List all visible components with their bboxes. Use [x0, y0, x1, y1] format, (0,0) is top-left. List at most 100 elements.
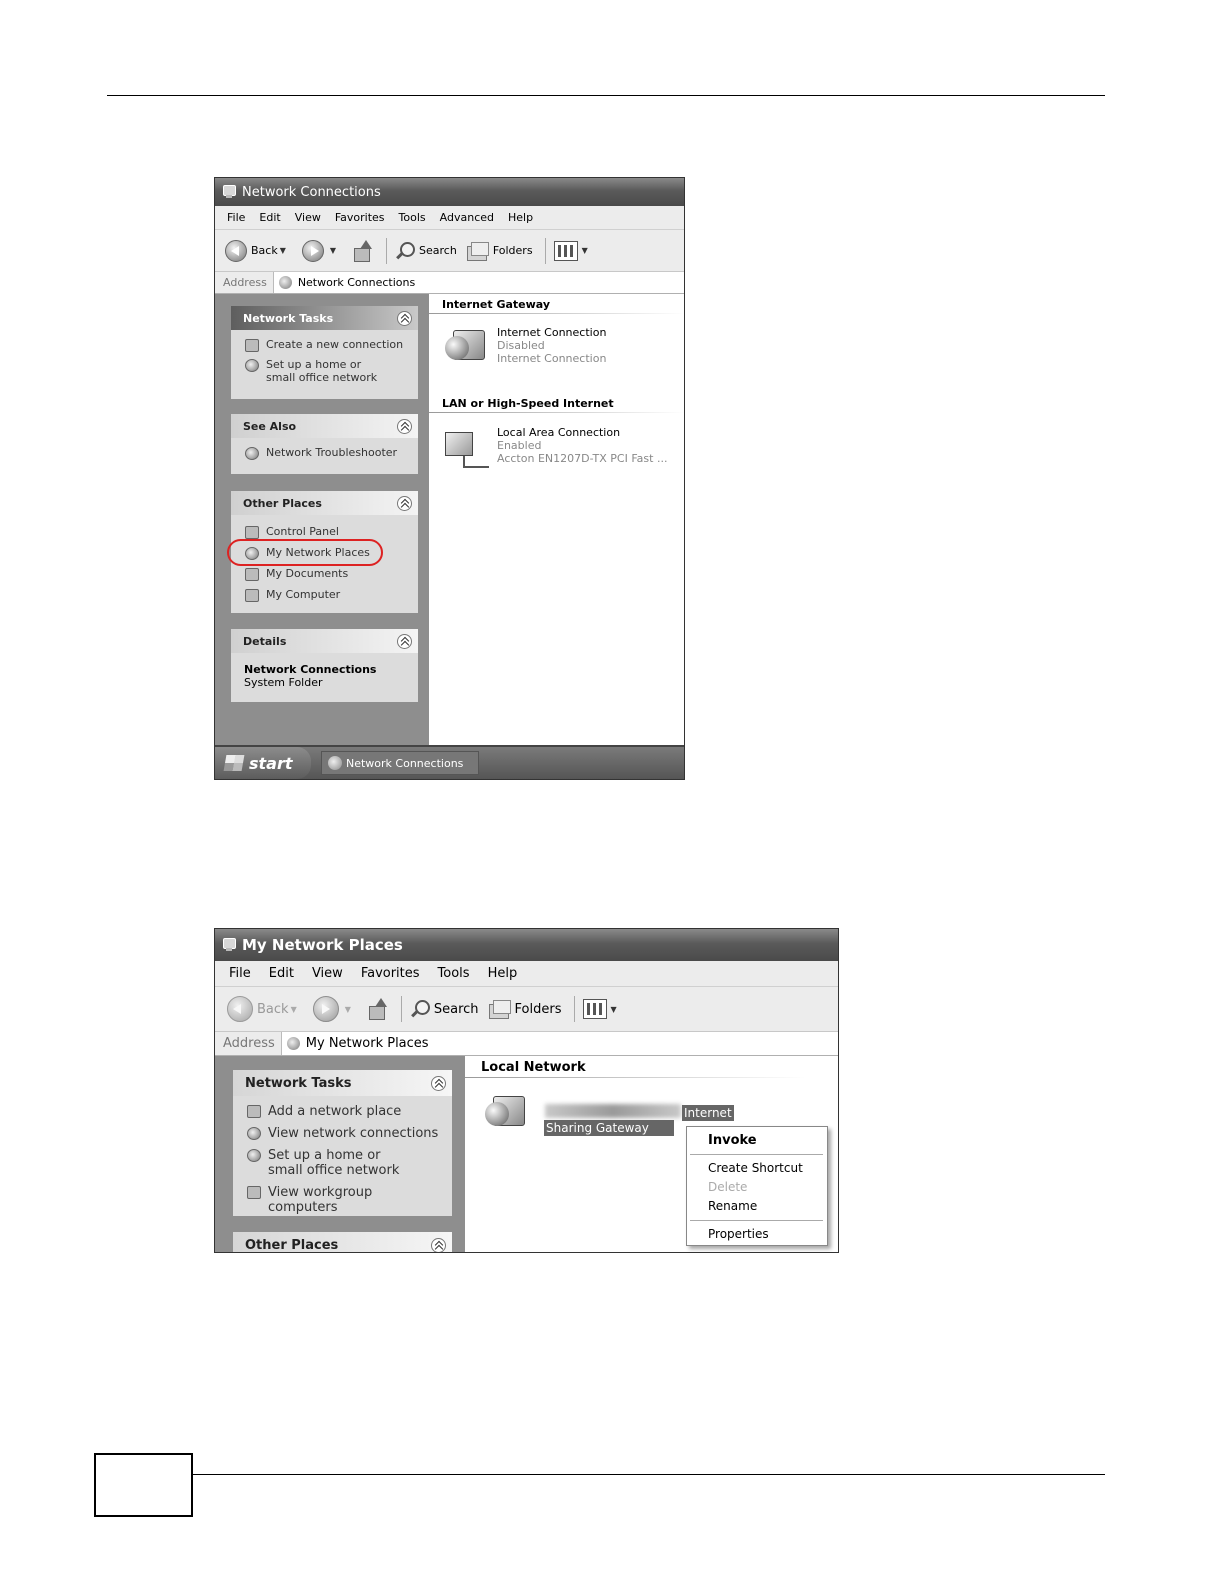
- folders-label: Folders: [514, 1001, 562, 1017]
- network-icon: [278, 275, 294, 291]
- menu-advanced[interactable]: Advanced: [440, 211, 494, 224]
- start-button[interactable]: start: [215, 747, 311, 779]
- window-title: Network Connections: [242, 184, 381, 200]
- redacted-device-name: [545, 1104, 681, 1118]
- up-folder-icon[interactable]: [352, 239, 373, 262]
- connection-name: Internet Connection: [497, 326, 607, 339]
- context-properties[interactable]: Properties: [687, 1225, 827, 1244]
- folders-button[interactable]: Folders: [466, 241, 533, 261]
- group-divider: [429, 412, 684, 413]
- other-places-header[interactable]: Other Places: [233, 1232, 452, 1252]
- context-create-shortcut[interactable]: Create Shortcut: [687, 1159, 827, 1178]
- forward-button[interactable]: ▼: [312, 996, 357, 1022]
- task-setup-home-network[interactable]: Set up a home or small office network: [246, 1148, 442, 1178]
- address-input[interactable]: Network Connections: [298, 276, 415, 289]
- internet-gateway-device[interactable]: [481, 1092, 545, 1148]
- details-header[interactable]: Details: [231, 629, 418, 653]
- network-connections-window: Network Connections File Edit View Favor…: [214, 177, 685, 780]
- back-button[interactable]: Back ▼: [225, 239, 292, 262]
- details-name: Network Connections: [244, 663, 377, 676]
- context-invoke[interactable]: Invoke: [687, 1131, 827, 1150]
- search-button[interactable]: Search: [410, 999, 479, 1019]
- window-title: My Network Places: [242, 936, 403, 954]
- task-setup-home-network[interactable]: Set up a home or small office network: [244, 358, 408, 384]
- menu-view[interactable]: View: [295, 211, 321, 224]
- menu-tools[interactable]: Tools: [399, 211, 426, 224]
- group-title: LAN or High-Speed Internet: [442, 397, 614, 410]
- collapse-icon[interactable]: [397, 633, 412, 649]
- collapse-icon[interactable]: [431, 1237, 446, 1252]
- address-input[interactable]: My Network Places: [306, 1036, 429, 1051]
- new-connection-icon: [244, 338, 260, 352]
- back-button[interactable]: Back ▼: [227, 996, 303, 1022]
- network-tasks-header[interactable]: Network Tasks: [233, 1070, 452, 1096]
- menu-edit[interactable]: Edit: [259, 211, 280, 224]
- network-tasks-panel: Network Tasks Add a network place View n…: [233, 1070, 452, 1216]
- group-title: Local Network: [481, 1060, 586, 1075]
- menu-file[interactable]: File: [229, 966, 251, 981]
- task-label: Set up a home or small office network: [268, 1148, 400, 1178]
- task-view-workgroup[interactable]: View workgroup computers: [246, 1185, 442, 1215]
- network-places-pane: Local Network Internet Sharing Gateway I…: [465, 1056, 838, 1252]
- context-rename[interactable]: Rename: [687, 1197, 827, 1216]
- search-icon: [410, 999, 430, 1019]
- add-network-place-icon: [246, 1104, 262, 1118]
- search-label: Search: [419, 244, 457, 257]
- menu-tools[interactable]: Tools: [438, 966, 470, 981]
- network-troubleshooter-link[interactable]: Network Troubleshooter: [244, 446, 408, 460]
- chevron-down-icon[interactable]: ▼: [330, 246, 336, 255]
- local-area-connection-item[interactable]: Local Area Connection Enabled Accton EN1…: [441, 426, 667, 472]
- home-network-icon: [244, 358, 260, 372]
- collapse-icon[interactable]: [397, 418, 412, 434]
- views-button[interactable]: ▼: [582, 999, 623, 1019]
- menu-view[interactable]: View: [312, 966, 343, 981]
- control-panel-icon: [244, 525, 260, 539]
- chevron-down-icon[interactable]: ▼: [345, 1005, 351, 1014]
- forward-button[interactable]: ▼: [301, 239, 342, 262]
- views-button[interactable]: ▼: [553, 240, 594, 261]
- menu-help[interactable]: Help: [508, 211, 533, 224]
- other-places-header[interactable]: Other Places: [231, 491, 418, 515]
- task-add-network-place[interactable]: Add a network place: [246, 1104, 442, 1119]
- address-bar: Address My Network Places: [215, 1032, 838, 1056]
- see-also-header[interactable]: See Also: [231, 414, 418, 438]
- connection-name: Local Area Connection: [497, 426, 621, 439]
- network-tasks-header[interactable]: Network Tasks: [231, 306, 418, 330]
- start-label: start: [249, 753, 293, 773]
- my-documents-link[interactable]: My Documents: [244, 567, 408, 581]
- collapse-icon[interactable]: [397, 495, 412, 511]
- context-menu: Invoke Create Shortcut Delete Rename Pro…: [686, 1126, 828, 1246]
- task-view-network-connections[interactable]: View network connections: [246, 1126, 442, 1141]
- views-icon: [582, 999, 607, 1019]
- menu-bar: File Edit View Favorites Tools Help: [215, 961, 838, 987]
- collapse-icon[interactable]: [431, 1075, 446, 1091]
- menu-favorites[interactable]: Favorites: [361, 966, 420, 981]
- up-folder-icon[interactable]: [367, 998, 387, 1020]
- highlight-circle: [227, 539, 383, 566]
- menu-edit[interactable]: Edit: [269, 966, 294, 981]
- folders-button[interactable]: Folders: [488, 1000, 562, 1019]
- computer-icon: [244, 588, 260, 602]
- chevron-down-icon[interactable]: ▼: [291, 1005, 297, 1014]
- home-network-icon: [246, 1148, 262, 1162]
- title-bar: Network Connections: [215, 178, 684, 206]
- chevron-down-icon: ▼: [581, 246, 588, 255]
- panel-title: Network Tasks: [243, 311, 334, 325]
- menu-favorites[interactable]: Favorites: [335, 211, 385, 224]
- menu-help[interactable]: Help: [488, 966, 518, 981]
- chevron-down-icon[interactable]: ▼: [280, 246, 286, 255]
- search-button[interactable]: Search: [395, 241, 457, 261]
- forward-arrow-icon: [312, 996, 339, 1022]
- taskbar-network-connections[interactable]: Network Connections: [321, 751, 479, 775]
- gateway-device-icon: [481, 1092, 537, 1148]
- footer-rule: [192, 1474, 1105, 1475]
- menu-file[interactable]: File: [227, 211, 245, 224]
- control-panel-link[interactable]: Control Panel: [244, 525, 408, 539]
- chevron-down-icon: ▼: [610, 1004, 617, 1014]
- my-computer-link[interactable]: My Computer: [244, 588, 408, 602]
- search-label: Search: [433, 1001, 479, 1017]
- internet-connection-item[interactable]: Internet Connection Disabled Internet Co…: [441, 326, 606, 372]
- back-arrow-icon: [227, 996, 253, 1022]
- collapse-icon[interactable]: [397, 310, 412, 326]
- task-create-connection[interactable]: Create a new connection: [244, 338, 408, 352]
